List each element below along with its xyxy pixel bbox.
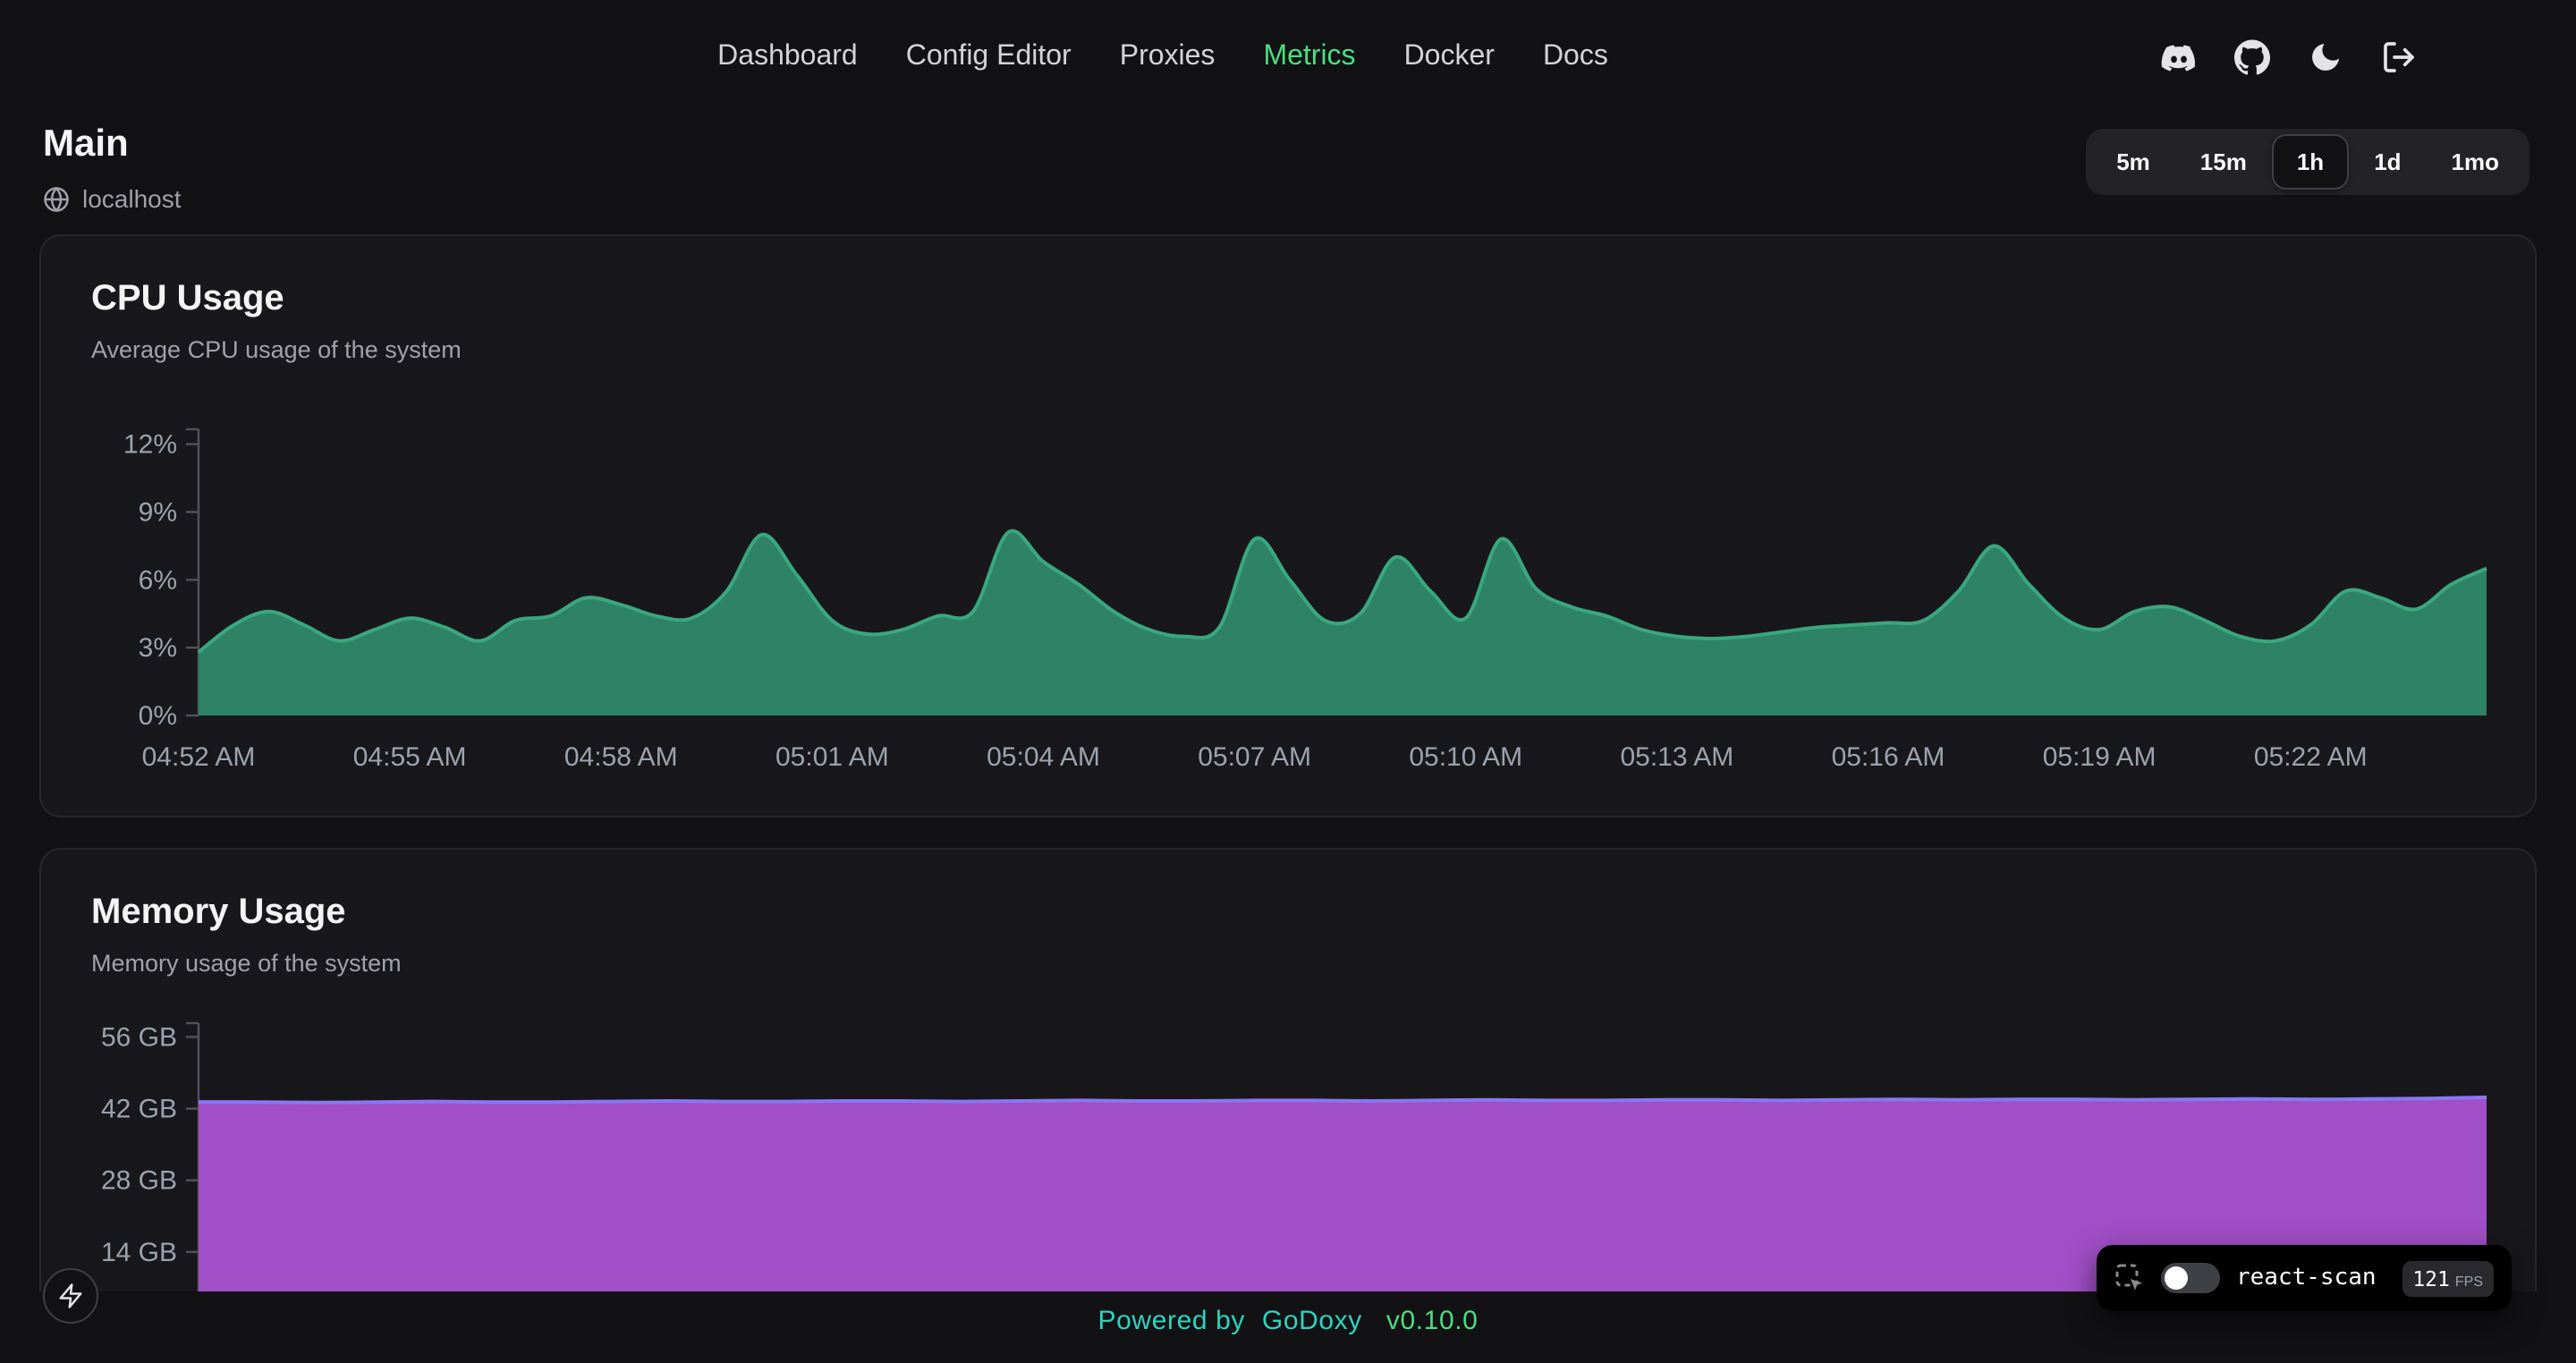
react-scan-toggle[interactable] <box>2161 1263 2220 1293</box>
svg-text:04:55 AM: 04:55 AM <box>353 742 467 772</box>
svg-text:14 GB: 14 GB <box>101 1238 177 1267</box>
svg-text:3%: 3% <box>139 633 177 663</box>
nav-dashboard[interactable]: Dashboard <box>717 41 858 73</box>
memory-card-title: Memory Usage <box>91 893 2535 934</box>
cpu-card-subtitle: Average CPU usage of the system <box>91 336 2535 363</box>
cpu-card-title: CPU Usage <box>91 279 2535 320</box>
svg-text:0%: 0% <box>139 701 177 731</box>
svg-text:6%: 6% <box>139 565 177 595</box>
powered-by-label: Powered by <box>1098 1306 1245 1336</box>
main-nav: Dashboard Config Editor Proxies Metrics … <box>717 0 1608 114</box>
svg-text:05:19 AM: 05:19 AM <box>2043 742 2157 772</box>
host-row: localhost <box>43 184 182 213</box>
nav-config-editor[interactable]: Config Editor <box>906 41 1072 73</box>
nav-proxies[interactable]: Proxies <box>1120 41 1216 73</box>
svg-text:9%: 9% <box>139 497 177 527</box>
version-link[interactable]: v0.10.0 <box>1386 1306 1479 1336</box>
github-button[interactable] <box>2233 38 2272 77</box>
svg-text:05:13 AM: 05:13 AM <box>1620 742 1733 772</box>
svg-text:05:07 AM: 05:07 AM <box>1198 742 1311 772</box>
svg-text:56 GB: 56 GB <box>101 1022 177 1052</box>
metrics-page: Dashboard Config Editor Proxies Metrics … <box>0 0 2576 1363</box>
fps-value: 121 <box>2412 1266 2450 1291</box>
svg-text:05:10 AM: 05:10 AM <box>1409 742 1522 772</box>
discord-button[interactable] <box>2159 38 2199 77</box>
cpu-usage-chart[interactable]: 0% 3% 6% 9% 12% 04:52 AM 04:55 AM 04:58 AM 05:01… <box>91 415 2487 773</box>
svg-text:05:16 AM: 05:16 AM <box>1832 742 1945 772</box>
fps-unit: FPS <box>2455 1273 2483 1289</box>
nav-docs[interactable]: Docs <box>1543 41 1608 73</box>
quick-actions-button[interactable] <box>43 1268 98 1324</box>
globe-icon <box>43 185 70 212</box>
nav-docker[interactable]: Docker <box>1404 41 1495 73</box>
zap-icon <box>57 1283 84 1309</box>
fps-badge: 121 FPS <box>2402 1260 2494 1296</box>
page-title: Main <box>43 123 129 166</box>
time-range-1d[interactable]: 1d <box>2349 134 2426 190</box>
time-range-selector: 5m 15m 1h 1d 1mo <box>2086 129 2529 195</box>
time-range-15m[interactable]: 15m <box>2175 134 2272 190</box>
topbar-actions <box>2159 0 2419 114</box>
logout-button[interactable] <box>2379 38 2419 77</box>
svg-text:04:52 AM: 04:52 AM <box>142 742 256 772</box>
discord-icon <box>2161 39 2197 75</box>
theme-toggle-button[interactable] <box>2306 38 2345 77</box>
svg-text:04:58 AM: 04:58 AM <box>564 742 678 772</box>
svg-text:05:04 AM: 05:04 AM <box>987 742 1100 772</box>
svg-text:42 GB: 42 GB <box>101 1095 177 1124</box>
react-scan-widget[interactable]: react-scan 121 FPS <box>2097 1245 2512 1311</box>
svg-text:12%: 12% <box>123 430 177 460</box>
svg-text:05:22 AM: 05:22 AM <box>2254 742 2368 772</box>
time-range-1mo[interactable]: 1mo <box>2427 134 2524 190</box>
logout-icon <box>2381 39 2417 75</box>
github-icon <box>2234 39 2270 75</box>
svg-text:28 GB: 28 GB <box>101 1166 177 1196</box>
inspect-icon <box>2114 1263 2145 1293</box>
time-range-1h[interactable]: 1h <box>2272 134 2349 190</box>
svg-text:05:01 AM: 05:01 AM <box>775 742 889 772</box>
react-scan-inspect-button[interactable] <box>2114 1263 2145 1293</box>
react-scan-label: react-scan <box>2236 1265 2377 1291</box>
toggle-knob <box>2165 1266 2188 1290</box>
memory-card-subtitle: Memory usage of the system <box>91 950 2535 977</box>
moon-icon <box>2308 39 2343 75</box>
time-range-5m[interactable]: 5m <box>2091 134 2175 190</box>
nav-metrics[interactable]: Metrics <box>1263 41 1355 73</box>
cpu-usage-card: CPU Usage Average CPU usage of the syste… <box>39 234 2537 817</box>
godoxy-link[interactable]: GoDoxy <box>1262 1306 1362 1336</box>
host-label: localhost <box>82 184 182 213</box>
